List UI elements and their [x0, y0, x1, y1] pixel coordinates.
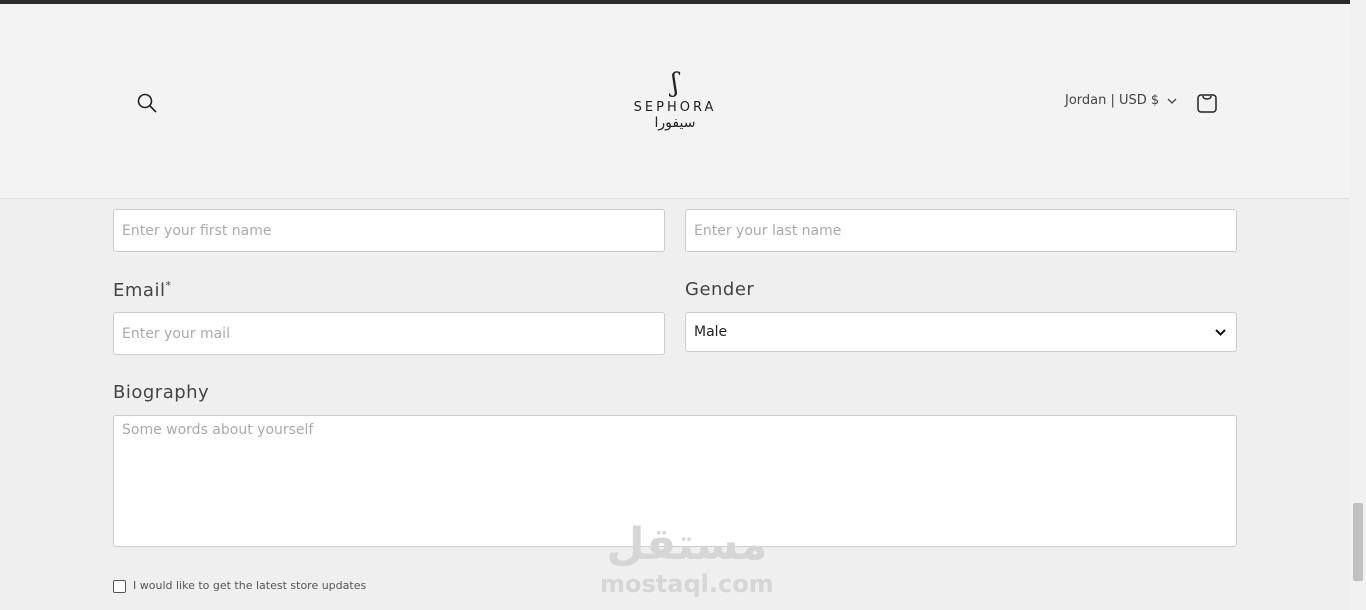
scrollbar-thumb[interactable] — [1353, 503, 1363, 581]
first-name-placeholder: Enter your first name — [122, 222, 272, 239]
logo-mark: ʃ — [671, 68, 679, 98]
biography-placeholder: Some words about yourself — [122, 422, 314, 438]
first-name-input[interactable]: Enter your first name — [113, 209, 665, 252]
required-mark: * — [165, 279, 172, 292]
biography-label: Biography — [113, 382, 210, 403]
chevron-down-icon — [1167, 98, 1177, 104]
gender-select[interactable]: Male — [685, 312, 1237, 352]
last-name-placeholder: Enter your last name — [694, 222, 842, 239]
gender-label: Gender — [685, 279, 755, 300]
locale-selector[interactable]: Jordan | USD $ — [1065, 93, 1177, 108]
last-name-input[interactable]: Enter your last name — [685, 209, 1237, 252]
logo-text-en: SEPHORA — [633, 100, 717, 115]
email-label: Email* — [113, 279, 172, 301]
updates-checkbox[interactable] — [113, 580, 126, 593]
updates-label[interactable]: I would like to get the latest store upd… — [133, 579, 366, 592]
gender-value: Male — [694, 324, 728, 340]
search-icon[interactable] — [136, 92, 158, 114]
mostaql-watermark: مستقل mostaql.com — [600, 519, 774, 599]
sephora-logo[interactable]: ʃ SEPHORA سيفورا — [630, 68, 720, 131]
logo-text-ar: سيفورا — [654, 115, 696, 131]
site-header: ʃ SEPHORA سيفورا Jordan | USD $ — [0, 4, 1350, 199]
locale-label: Jordan | USD $ — [1065, 93, 1160, 108]
email-placeholder: Enter your mail — [122, 325, 230, 342]
email-input[interactable]: Enter your mail — [113, 312, 665, 355]
chevron-down-icon — [1215, 328, 1226, 336]
cart-icon[interactable] — [1196, 92, 1218, 114]
vertical-scrollbar[interactable] — [1350, 0, 1366, 610]
